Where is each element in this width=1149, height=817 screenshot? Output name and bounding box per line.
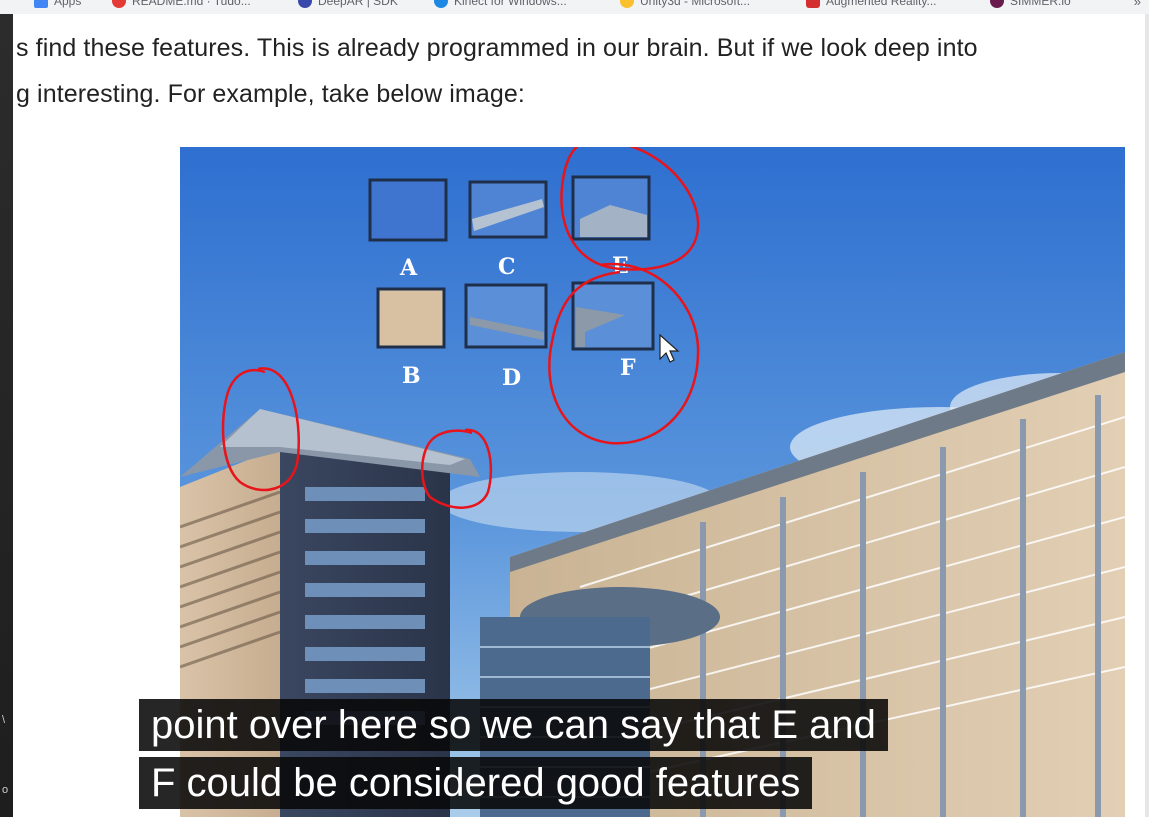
apps-grid-icon: [34, 0, 48, 8]
patch-label-c: C: [498, 254, 516, 280]
site-favicon-icon: [112, 0, 126, 8]
bookmark-readme[interactable]: README.md · Tudo...: [112, 0, 251, 8]
bookmark-kinect[interactable]: Kinect for Windows...: [434, 0, 567, 8]
site-favicon-icon: [990, 0, 1004, 8]
site-favicon-icon: [620, 0, 634, 8]
site-favicon-icon: [298, 0, 312, 8]
patch-label-d: D: [502, 365, 521, 391]
bookmark-label: Unity3d - Microsoft...: [640, 0, 751, 8]
more-bookmarks-chevron-icon[interactable]: »: [1134, 0, 1141, 9]
article-text-line: g interesting. For example, take below i…: [16, 80, 525, 108]
window-edge-text: \: [2, 714, 6, 726]
bookmark-label: Kinect for Windows...: [454, 0, 567, 8]
bookmark-ar[interactable]: Augmented Reality...: [806, 0, 937, 8]
bookmark-label: SIMMER.io: [1010, 0, 1071, 8]
site-favicon-icon: [434, 0, 448, 8]
youtube-icon: [806, 0, 820, 8]
subtitle-line: F could be considered good features: [139, 757, 813, 809]
article-text-line: s find these features. This is already p…: [16, 34, 978, 62]
patch-b: [376, 287, 446, 349]
subtitle-line: point over here so we can say that E and: [139, 699, 888, 751]
scrollbar-track[interactable]: [1145, 14, 1149, 817]
bookmark-apps[interactable]: Apps: [34, 0, 81, 8]
bookmark-unity[interactable]: Unity3d - Microsoft...: [620, 0, 750, 8]
bookmark-label: README.md · Tudo...: [132, 0, 251, 8]
bookmark-label: DeepAR | SDK: [318, 0, 398, 8]
patch-label-b: B: [402, 363, 421, 389]
patch-a: [368, 178, 448, 242]
window-edge-text: o: [2, 784, 9, 796]
bookmark-label: Apps: [54, 0, 82, 8]
bookmark-label: Augmented Reality...: [826, 0, 937, 8]
patch-label-a: A: [399, 255, 418, 281]
bookmark-simmer[interactable]: SIMMER.io: [990, 0, 1071, 8]
background-window-edge: \ o: [0, 14, 13, 817]
patch-label-f: F: [620, 355, 636, 381]
bookmarks-bar: Apps README.md · Tudo... DeepAR | SDK Ki…: [0, 0, 1149, 14]
bookmark-deepar[interactable]: DeepAR | SDK: [298, 0, 398, 8]
